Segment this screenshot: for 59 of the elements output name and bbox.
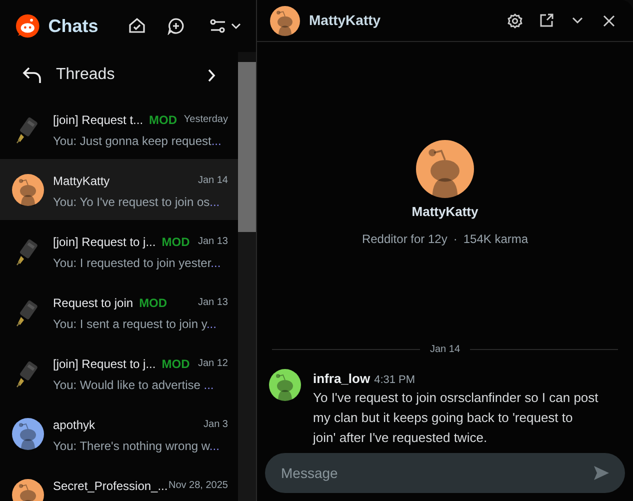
profile-name: MattyKatty	[412, 203, 478, 221]
thread-item[interactable]: MattyKatty Jan 14 You: Yo I've request to join os...	[0, 159, 238, 220]
thread-item[interactable]: [join] Request to j... MOD Jan 13 You: I requested to join yester...	[0, 220, 238, 281]
avatar-icon	[270, 6, 300, 36]
account-age: Redditor for 12y	[362, 230, 448, 248]
threads-nav[interactable]: Threads	[0, 52, 238, 98]
date-divider: Jan 14	[430, 342, 460, 356]
thread-date: Jan 14	[198, 174, 228, 188]
scrollbar[interactable]	[238, 52, 256, 501]
thread-date: Jan 3	[204, 418, 228, 432]
thread-item[interactable]: [join] Request to j... MOD Jan 12 You: Would like to advertise ...	[0, 342, 238, 403]
mod-label: MOD	[139, 294, 168, 312]
thread-date: Jan 13	[198, 235, 228, 249]
thread-name: apothyk	[53, 416, 96, 434]
thread-preview: You: Would like to advertise ...	[53, 376, 215, 394]
message-time: 4:31 PM	[374, 372, 416, 388]
chevron-down-icon[interactable]	[572, 17, 583, 24]
thread-item[interactable]: Request to join MOD Jan 13 You: I sent a request to join y...	[0, 281, 238, 342]
thread-preview: You: Just gonna keep request...	[53, 132, 222, 150]
mod-label: MOD	[149, 112, 178, 128]
message-text: Yo I've request to join osrsclanfinder so I can post my clan but it keeps going back to 'request to join' after I've requested twice.	[313, 389, 600, 447]
thread-name: [join] Request to j...	[53, 234, 156, 250]
separator-dot: ·	[453, 230, 458, 248]
thread-name: [join] Request t...	[53, 112, 144, 128]
close-icon[interactable]	[603, 14, 615, 26]
thread-name: Request to join	[53, 294, 134, 312]
thread-date: Jan 12	[198, 357, 228, 371]
chevron-right-icon[interactable]	[208, 68, 216, 82]
avatar-icon	[12, 418, 44, 450]
message-input[interactable]: Message	[265, 453, 625, 493]
avatar-icon	[12, 174, 44, 206]
thread-preview: You: Yo I've request to join os...	[53, 194, 221, 210]
thread-name: [join] Request to j...	[53, 356, 156, 372]
message-author: infra_low	[313, 370, 370, 388]
avatar-icon	[269, 368, 301, 400]
mod-label: MOD	[162, 234, 190, 250]
back-icon[interactable]	[22, 66, 42, 84]
thread-item[interactable]: Secret_Profession_...Nov 28, 2025	[0, 464, 238, 501]
karma-count: 154K karma	[463, 230, 528, 248]
thread-item[interactable]: apothyk Jan 3 You: There's nothing wrong w...	[0, 403, 238, 464]
thread-date: Jan 13	[198, 296, 228, 310]
chat-title: MattyKatty	[309, 11, 382, 30]
avatar-icon	[416, 140, 474, 198]
caret-icon[interactable]	[230, 22, 241, 30]
thread-date: Nov 28, 2025	[168, 479, 228, 493]
thread-preview: You: There's nothing wrong w...	[53, 438, 220, 454]
open-external-icon[interactable]	[539, 13, 554, 28]
settings-icon[interactable]	[507, 12, 523, 28]
mod-label: MOD	[162, 356, 190, 372]
thread-item[interactable]: [join] Request t... MOD Yesterday You: Just gonna keep request...	[0, 98, 238, 159]
app-title: Chats	[48, 14, 100, 38]
thread-date: Yesterday	[184, 113, 228, 127]
send-icon[interactable]	[594, 466, 609, 480]
thread-preview: You: I sent a request to join y...	[53, 316, 218, 332]
sliders-icon[interactable]	[208, 18, 227, 34]
thread-name: MattyKatty	[53, 172, 110, 190]
thread-preview: You: I requested to join yester...	[53, 254, 222, 272]
logo-icon	[15, 13, 40, 39]
thread-name: Secret_Profession_...	[53, 478, 168, 494]
